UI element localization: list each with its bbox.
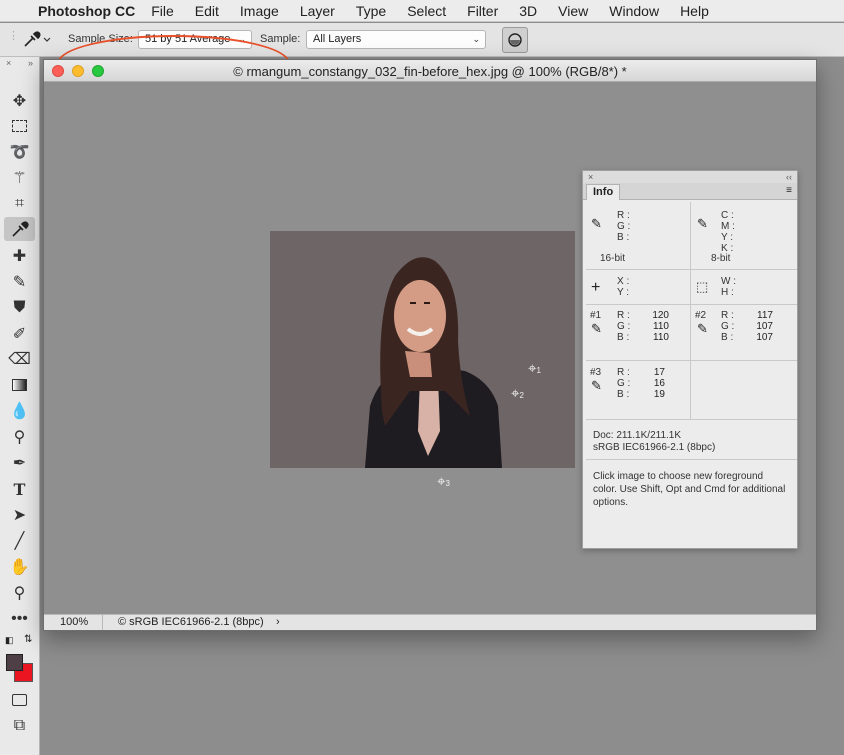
color-sampler-marker-2[interactable]: ⌖2	[511, 385, 524, 402]
menu-filter[interactable]: Filter	[467, 3, 498, 19]
close-icon[interactable]: ×	[588, 171, 593, 183]
screen-mode-icon[interactable]: ⧉	[4, 714, 35, 738]
menu-3d[interactable]: 3D	[519, 3, 537, 19]
menu-window[interactable]: Window	[609, 3, 659, 19]
sampling-ring-icon	[508, 33, 522, 47]
menu-view[interactable]: View	[558, 3, 588, 19]
tools-panel: × » ✥ ➰ ⚚ ⌗ ✚ ✎ ⛊ ✐ ⌫ 💧 ⚲ ✒ T ➤ ╱ ✋ ⚲ •••…	[0, 57, 40, 755]
bit-depth-left: 16-bit	[600, 253, 626, 264]
tool-hint: Click image to choose new foreground col…	[593, 471, 786, 508]
sampler-3-b: 19	[653, 389, 665, 400]
sample-size-value: 51 by 51 Average	[145, 33, 231, 45]
gradient-tool-icon[interactable]	[4, 373, 35, 397]
more-tools-icon[interactable]: •••	[4, 607, 35, 631]
info-panel: × ‹‹ Info ≡ ✎ R : G : B : 16-bit ✎ C : M …	[582, 170, 798, 549]
doc-size: Doc: 211.1K/211.1K	[593, 430, 682, 441]
sampler-3-r: 17	[653, 367, 665, 378]
type-tool-icon[interactable]: T	[4, 477, 35, 501]
eyedropper-icon[interactable]: ✎	[591, 216, 602, 232]
sampler-1-g: 110	[653, 321, 669, 332]
eyedropper-icon[interactable]: ✎	[591, 378, 602, 394]
app-menu[interactable]: Photoshop CC	[38, 3, 135, 19]
document-status-bar: 100% © sRGB IEC61966-2.1 (8bpc) ›	[44, 614, 816, 630]
sampler-1-r: 120	[652, 310, 669, 321]
marquee-tool-icon[interactable]	[4, 114, 35, 138]
sampler-2-id: #2	[695, 310, 707, 321]
selection-size-icon: ⬚	[696, 279, 709, 294]
document-titlebar: © rmangum_constangy_032_fin-before_hex.j…	[44, 60, 816, 82]
status-divider	[102, 615, 103, 630]
sample-size-label: Sample Size:	[68, 33, 133, 45]
quick-mask-icon[interactable]	[4, 688, 35, 712]
show-sampling-ring-toggle[interactable]	[502, 27, 528, 53]
magic-wand-tool-icon[interactable]: ⚚	[4, 166, 35, 190]
eyedropper-icon[interactable]: ✎	[591, 321, 602, 337]
chevron-down-icon: ⌄	[472, 34, 480, 44]
blur-tool-icon[interactable]: 💧	[4, 399, 35, 423]
sampler-2-g: 107	[756, 321, 773, 332]
eyedropper-tool-icon[interactable]	[4, 217, 35, 241]
info-tab-bar: Info ≡	[583, 183, 797, 200]
document-title: © rmangum_constangy_032_fin-before_hex.j…	[233, 64, 627, 79]
swap-colors-icon[interactable]: ⇅	[24, 634, 32, 645]
sample-value: All Layers	[313, 33, 362, 45]
healing-brush-tool-icon[interactable]: ✚	[4, 244, 35, 268]
brush-tool-icon[interactable]: ✎	[4, 270, 35, 294]
menu-select[interactable]: Select	[407, 3, 446, 19]
color-sampler-marker-1[interactable]: ⌖1	[528, 360, 541, 377]
menu-type[interactable]: Type	[356, 3, 386, 19]
dodge-tool-icon[interactable]: ⚲	[4, 425, 35, 449]
menu-file[interactable]: File	[151, 3, 174, 19]
sample-label: Sample:	[260, 33, 301, 45]
sampler-3-g: 16	[653, 378, 665, 389]
menu-bar: Photoshop CC File Edit Image Layer Type …	[0, 0, 844, 22]
options-bar: ⋮ Sample Size: 51 by 51 Average ⌄ Sample…	[0, 23, 844, 92]
menu-edit[interactable]: Edit	[195, 3, 219, 19]
crosshair-icon: +	[591, 279, 601, 296]
chevron-right-icon[interactable]: ›	[276, 615, 280, 630]
sampler-3-id: #3	[590, 367, 602, 378]
crop-tool-icon[interactable]: ⌗	[4, 192, 35, 216]
history-brush-tool-icon[interactable]: ✐	[4, 322, 35, 346]
doc-profile: sRGB IEC61966-2.1 (8bpc)	[593, 442, 716, 453]
tool-preset-picker[interactable]	[22, 29, 52, 52]
sampler-1-b: 110	[653, 332, 669, 343]
hand-tool-icon[interactable]: ✋	[4, 555, 35, 579]
eyedropper-icon[interactable]: ✎	[697, 216, 708, 232]
sample-select[interactable]: All Layers ⌄	[306, 30, 486, 49]
menu-help[interactable]: Help	[680, 3, 709, 19]
close-icon[interactable]: ×	[6, 57, 11, 69]
sampler-2-r: 117	[757, 310, 773, 321]
tab-info[interactable]: Info	[586, 184, 621, 200]
path-selection-tool-icon[interactable]: ➤	[4, 503, 35, 527]
menu-layer[interactable]: Layer	[300, 3, 335, 19]
pen-tool-icon[interactable]: ✒	[4, 451, 35, 475]
eyedropper-icon	[24, 31, 51, 47]
zoom-level[interactable]: 100%	[60, 615, 88, 630]
move-tool-icon[interactable]: ✥	[4, 89, 35, 113]
portrait-image	[270, 231, 575, 468]
sample-size-select[interactable]: 51 by 51 Average ⌄	[138, 30, 252, 49]
sampler-2-b: 107	[756, 332, 773, 343]
portrait-photo[interactable]	[270, 231, 575, 468]
eyedropper-icon[interactable]: ✎	[697, 321, 708, 337]
grip-icon: ⋮	[8, 30, 19, 42]
chevron-down-icon: ⌄	[238, 34, 246, 44]
lasso-tool-icon[interactable]: ➰	[4, 140, 35, 164]
expand-icon[interactable]: »	[28, 57, 33, 69]
bit-depth-right: 8-bit	[711, 253, 731, 264]
default-colors-icon[interactable]: ◧	[5, 635, 14, 646]
panel-menu-icon[interactable]: ≡	[786, 185, 792, 196]
eraser-tool-icon[interactable]: ⌫	[4, 347, 35, 371]
collapse-icon[interactable]: ‹‹	[786, 171, 792, 183]
color-profile-status: © sRGB IEC61966-2.1 (8bpc)	[118, 616, 264, 628]
zoom-tool-icon[interactable]: ⚲	[4, 581, 35, 605]
menu-image[interactable]: Image	[240, 3, 279, 19]
line-tool-icon[interactable]: ╱	[4, 529, 35, 553]
sampler-1-id: #1	[590, 310, 602, 321]
color-sampler-marker-3[interactable]: ⌖3	[437, 473, 450, 490]
foreground-color-swatch[interactable]	[6, 654, 23, 671]
clone-stamp-tool-icon[interactable]: ⛊	[4, 296, 35, 320]
